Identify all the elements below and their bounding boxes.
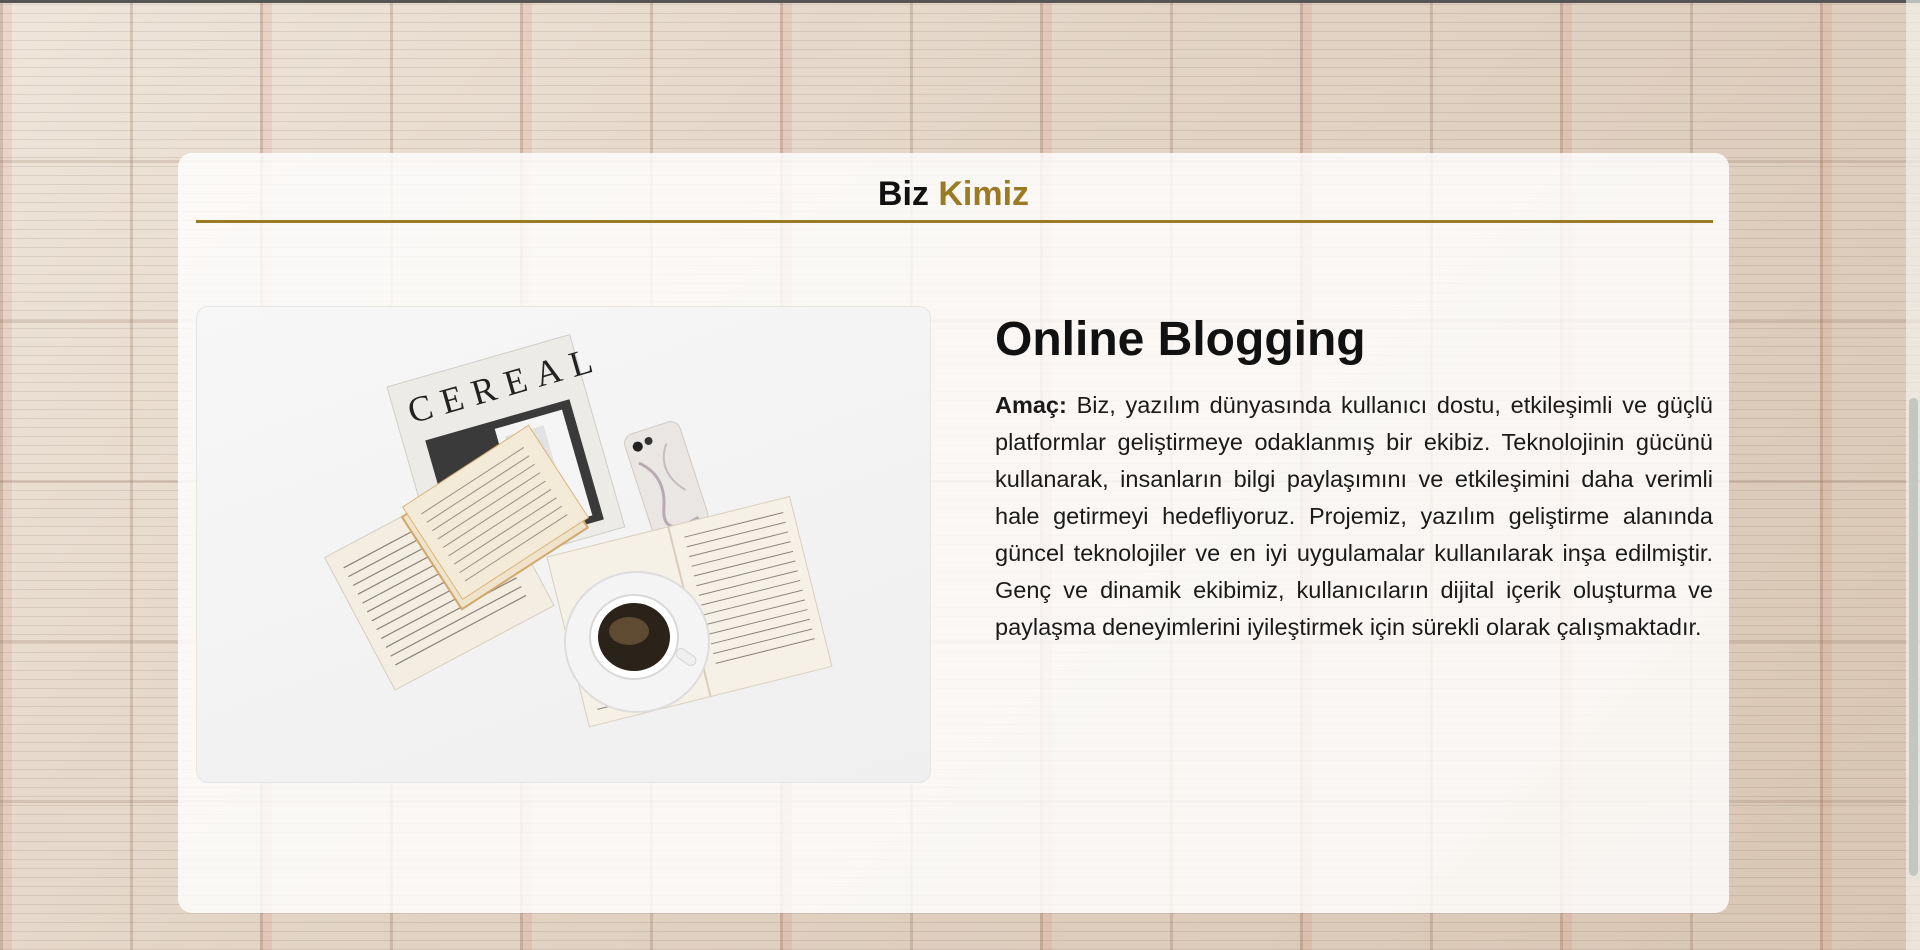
about-text: Online Blogging Amaç: Biz, yazılım dünya… bbox=[995, 311, 1713, 646]
about-paragraph: Amaç: Biz, yazılım dünyasında kullanıcı … bbox=[995, 387, 1713, 646]
section-title-part2: Kimiz bbox=[938, 175, 1030, 213]
section-title-part1: Biz bbox=[877, 175, 929, 213]
page-scrollbar[interactable] bbox=[1906, 0, 1920, 950]
about-image: CEREAL bbox=[196, 306, 931, 783]
scrollbar-thumb[interactable] bbox=[1909, 398, 1918, 876]
books-coffee-illustration: CEREAL bbox=[323, 334, 833, 728]
section-title: Biz Kimiz bbox=[178, 175, 1729, 214]
about-panel: Biz Kimiz CEREAL Online Blogging Amaç: B… bbox=[178, 153, 1729, 913]
about-label: Amaç: bbox=[995, 391, 1067, 418]
title-divider bbox=[196, 220, 1713, 223]
top-rule bbox=[0, 0, 1920, 3]
coffee-cup bbox=[564, 571, 710, 713]
about-body: Biz, yazılım dünyasında kullanıcı dostu,… bbox=[995, 391, 1713, 640]
about-heading: Online Blogging bbox=[995, 313, 1366, 366]
